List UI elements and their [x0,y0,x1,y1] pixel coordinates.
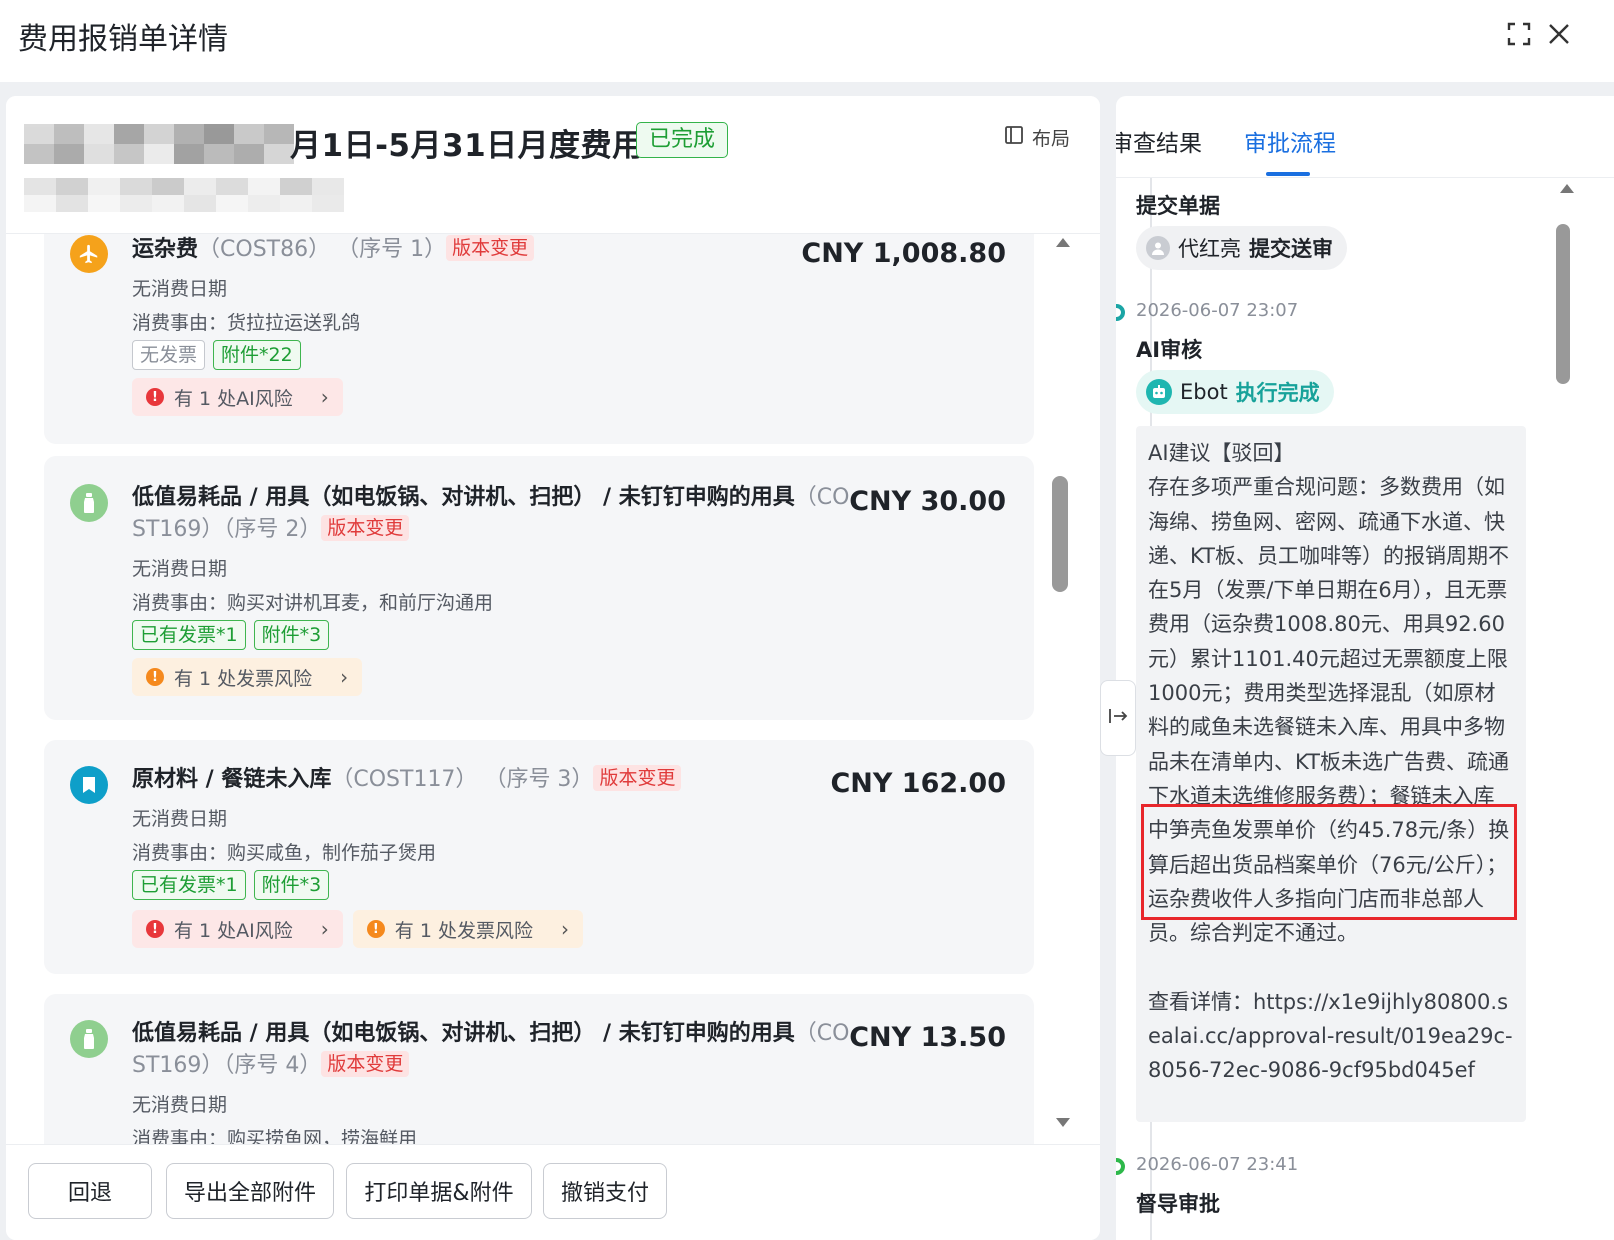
expense-card-4[interactable]: 低值易耗品 / 用具（如电饭锅、对讲机、扫把） / 未钉钉申购的用具（CO ST1… [44,994,1034,1164]
chevron-right-icon: › [320,385,329,409]
ai-risk-button[interactable]: ! 有 1 处AI风险 › [132,910,343,948]
robot-icon [1146,379,1172,405]
rollback-button[interactable]: 回退 [28,1163,152,1219]
ai-risk-button[interactable]: ! 有 1 处AI风险 › [132,378,343,416]
risk-list: ! 有 1 处AI风险 › [132,378,343,416]
arrow-right-to-bar-icon [1107,707,1129,730]
expense-reason: 消费事由：货拉拉运送乳鸽 [132,312,361,334]
approval-panel: 审查结果 审批流程 提交单据 代红亮 提交送审 2026-06-07 23:07… [1116,96,1614,1240]
expense-reason: 消费事由：购买对讲机耳麦，和前厅沟通用 [132,592,494,614]
expense-date: 无消费日期 [132,278,228,300]
invoice-tag[interactable]: 已有发票*1 [132,620,246,650]
no-invoice-tag: 无发票 [132,340,206,370]
panel-tabs: 审查结果 审批流程 [1116,96,1614,178]
alert-icon: ! [146,668,164,686]
close-icon[interactable] [1545,20,1573,48]
version-change-badge: 版本变更 [321,515,410,541]
expense-tags: 已有发票*1 附件*3 [132,620,330,650]
step-title: 督导审批 [1136,1192,1220,1216]
invoice-risk-button[interactable]: ! 有 1 处发票风险 › [132,658,363,696]
active-tab-indicator [1266,172,1310,176]
submitter-pill: 代红亮 提交送审 [1136,226,1347,270]
expense-card-3[interactable]: 原材料 / 餐链未入库（COST117） （序号 3） 版本变更 CNY 162.… [44,740,1034,974]
status-badge: 已完成 [636,122,729,158]
airplane-icon [70,235,108,273]
right-scroll-up-arrow[interactable] [1560,184,1574,193]
scrollbar-thumb[interactable] [1052,476,1068,592]
bottle-icon [70,1020,108,1058]
document-header: 月1日-5月31日月度费用 已完成 布局 [6,96,1100,234]
attachment-tag[interactable]: 附件*3 [253,620,330,650]
expense-date: 无消费日期 [132,808,228,830]
modal-header: 费用报销单详情 [0,0,1614,82]
cancel-payment-button[interactable]: 撤销支付 [543,1163,667,1219]
timeline-node [1116,1158,1125,1175]
alert-icon: ! [366,920,385,938]
expense-name: 运杂费（COST86） （序号 1） 版本变更 [132,234,852,266]
expense-tags: 已有发票*1 附件*3 [132,870,330,900]
expense-amount: CNY 1,008.80 [801,238,1006,269]
risk-list: ! 有 1 处AI风险 › ! 有 1 处发票风险 › [132,910,583,948]
layout-icon [1004,125,1024,150]
layout-button[interactable]: 布局 [1004,124,1070,151]
modal-title: 费用报销单详情 [18,22,228,57]
right-scrollbar-thumb[interactable] [1556,224,1570,384]
risk-list: ! 有 1 处发票风险 › [132,658,363,696]
expense-amount: CNY 13.50 [849,1022,1006,1053]
alert-icon: ! [146,920,164,938]
invoice-tag[interactable]: 已有发票*1 [132,870,246,900]
step-time: 2026-06-07 23:41 [1136,1154,1299,1175]
chevron-right-icon: › [340,665,349,689]
expense-date: 无消费日期 [132,1094,228,1116]
attachment-tag[interactable]: 附件*22 [213,340,301,370]
step-title: 提交单据 [1136,194,1220,218]
chevron-right-icon: › [560,917,569,941]
bookmark-icon [70,766,108,804]
scroll-up-arrow[interactable] [1056,238,1070,247]
ebot-pill: Ebot 执行完成 [1136,370,1334,414]
expense-name: 低值易耗品 / 用具（如电饭锅、对讲机、扫把） / 未钉钉申购的用具（CO ST1… [132,485,850,542]
expense-list: 运杂费（COST86） （序号 1） 版本变更 CNY 1,008.80 无消费日… [6,234,1100,1164]
approval-timeline: 提交单据 代红亮 提交送审 2026-06-07 23:07 AI审核 Ebot… [1116,178,1596,1240]
ai-advice-text[interactable]: AI建议【驳回】 存在多项严重合规问题：多数费用（如海绵、捞鱼网、密网、疏通下水… [1148,436,1514,1088]
alert-icon: ! [146,388,164,406]
collapse-panel-button[interactable] [1100,680,1136,756]
export-attachments-button[interactable]: 导出全部附件 [166,1163,334,1219]
expense-card-1[interactable]: 运杂费（COST86） （序号 1） 版本变更 CNY 1,008.80 无消费日… [44,234,1034,444]
expense-reason: 消费事由：购买咸鱼，制作茄子煲用 [132,842,437,864]
document-title: 月1日-5月31日月度费用 [290,128,644,164]
print-document-button[interactable]: 打印单据&附件 [346,1163,532,1219]
expense-date: 无消费日期 [132,558,228,580]
timeline-node [1116,304,1125,321]
bottle-icon [70,484,108,522]
scroll-down-arrow[interactable] [1056,1118,1070,1127]
action-footer: 回退 导出全部附件 打印单据&附件 撤销支付 [6,1144,1100,1240]
step-time: 2026-06-07 23:07 [1136,300,1299,321]
expense-tags: 无发票 附件*22 [132,340,301,370]
layout-label: 布局 [1031,128,1070,150]
chevron-right-icon: › [320,917,329,941]
version-change-badge: 版本变更 [321,1051,410,1077]
version-change-badge: 版本变更 [593,765,682,791]
expense-name: 低值易耗品 / 用具（如电饭锅、对讲机、扫把） / 未钉钉申购的用具（CO ST1… [132,1021,850,1078]
redacted-subtitle [24,178,344,212]
invoice-risk-button[interactable]: ! 有 1 处发票风险 › [352,910,583,948]
expense-name: 原材料 / 餐链未入库（COST117） （序号 3） 版本变更 [132,764,852,796]
step-title: AI审核 [1136,338,1203,362]
attachment-tag[interactable]: 附件*3 [253,870,330,900]
fullscreen-icon[interactable] [1505,20,1533,48]
tab-approval-flow[interactable]: 审批流程 [1244,124,1336,158]
ai-advice-box: AI建议【驳回】 存在多项严重合规问题：多数费用（如海绵、捞鱼网、密网、疏通下水… [1136,426,1526,1122]
tab-review-result[interactable]: 审查结果 [1116,124,1202,158]
expense-amount: CNY 30.00 [849,486,1006,517]
expense-card-2[interactable]: 低值易耗品 / 用具（如电饭锅、对讲机、扫把） / 未钉钉申购的用具（CO ST1… [44,456,1034,720]
expense-amount: CNY 162.00 [830,768,1006,799]
redacted-area [24,124,294,164]
version-change-badge: 版本变更 [446,235,535,261]
expense-detail-panel: 月1日-5月31日月度费用 已完成 布局 运杂费（COST86） （序号 1）版… [6,96,1100,1240]
avatar-icon [1146,236,1170,260]
